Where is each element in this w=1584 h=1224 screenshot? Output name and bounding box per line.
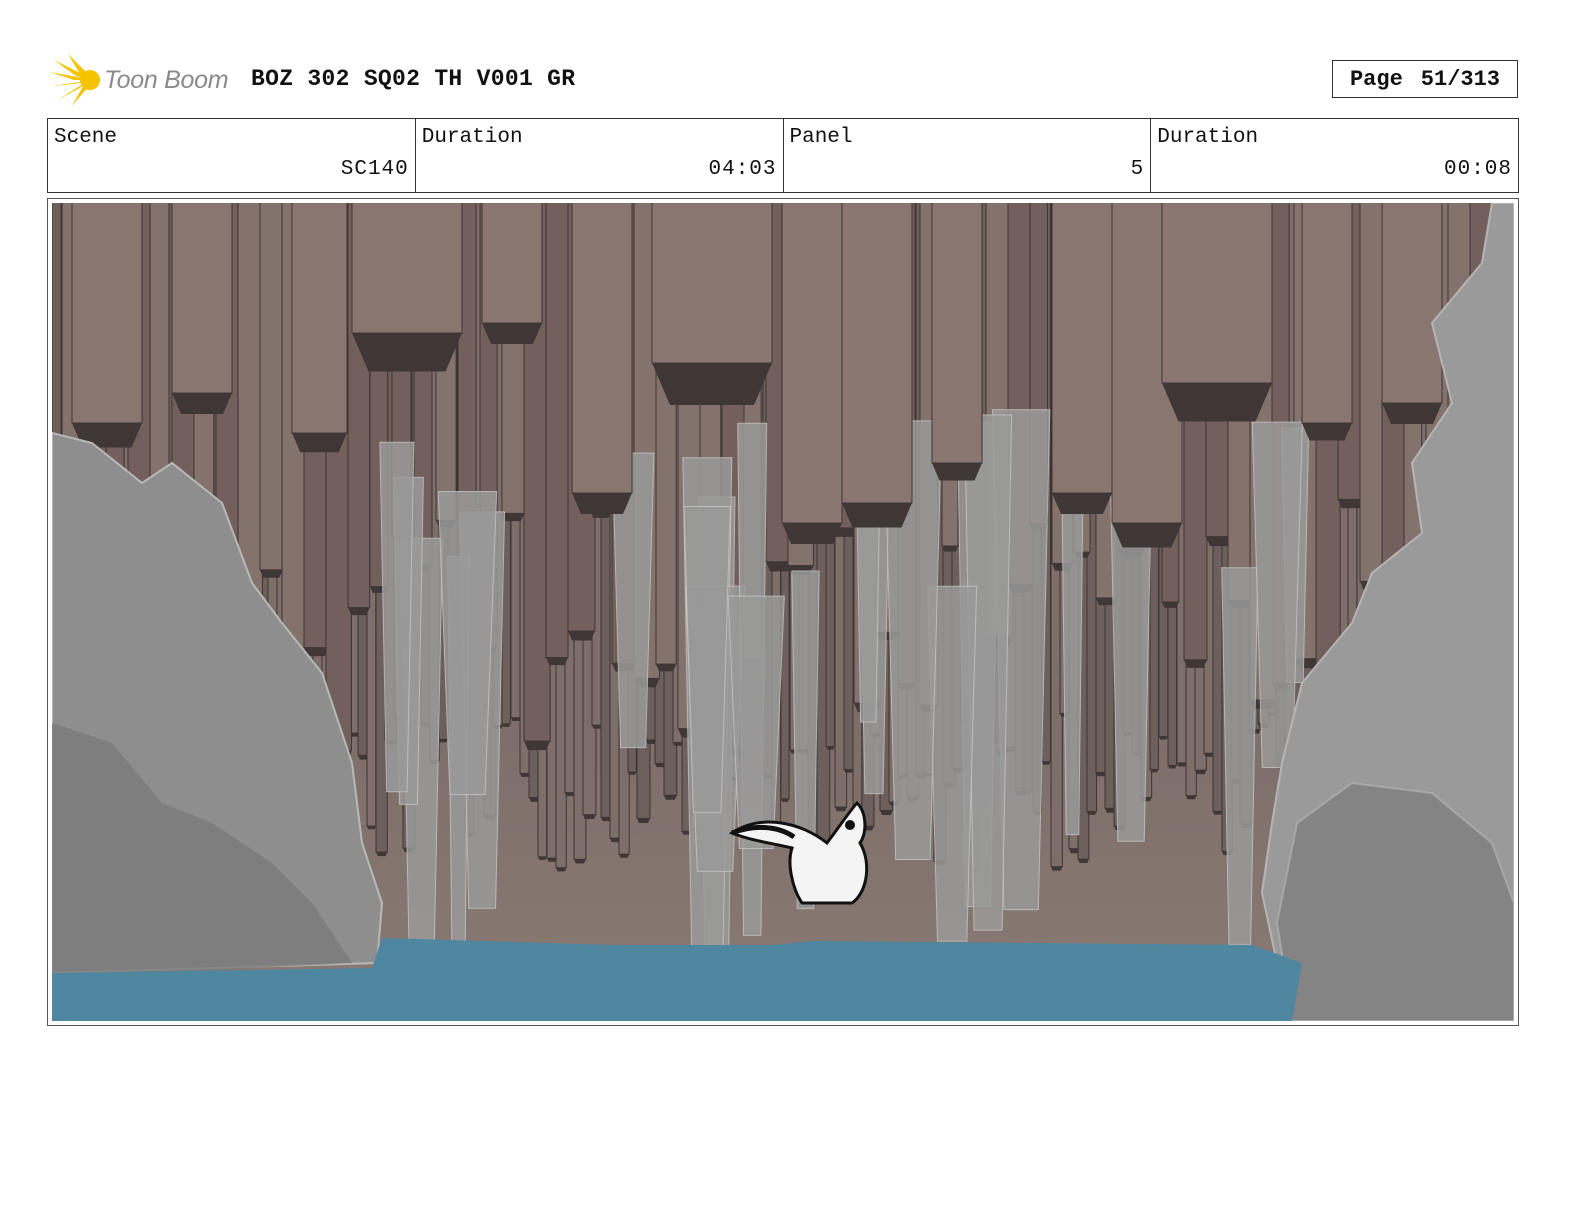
near-column <box>171 203 233 394</box>
panel-duration-label: Duration <box>1157 126 1259 149</box>
mid-column <box>259 203 284 571</box>
near-column <box>651 203 773 364</box>
near-column-end <box>292 433 347 453</box>
scene-duration-value: 04:03 <box>708 158 777 181</box>
logo-wordmark: Toon Boom <box>104 66 229 94</box>
far-column-end <box>511 717 521 722</box>
cave-scene-illustration <box>52 203 1514 1021</box>
far-column-end <box>637 818 650 823</box>
far-column-end <box>880 810 893 815</box>
scene-info-table: Scene SC140 Duration 04:03 Panel 5 Durat… <box>47 118 1519 193</box>
far-column-end <box>1186 795 1197 800</box>
near-column <box>1051 203 1113 494</box>
mid-column-end <box>502 513 525 522</box>
far-column-end <box>439 739 448 743</box>
mid-column-end <box>524 741 551 751</box>
far-column-end <box>1159 736 1168 740</box>
page-header: Toon Boom BOZ 302 SQ02 TH V001 GR Page 5… <box>48 52 1518 108</box>
scene-duration-cell: Duration 04:03 <box>416 119 784 192</box>
far-column-end <box>376 852 388 857</box>
page-number: 51/313 <box>1420 66 1501 92</box>
storyboard-panel-image <box>52 203 1514 1021</box>
page-label: Page <box>1349 66 1403 92</box>
rock-drip <box>1061 496 1084 836</box>
near-column-end <box>482 323 542 344</box>
page-indicator: Page 51/313 <box>1332 60 1518 98</box>
near-column-end <box>842 503 912 528</box>
near-column <box>481 203 543 324</box>
mid-column-end <box>1184 659 1207 668</box>
toon-boom-logo: Toon Boom <box>50 54 240 106</box>
starburst-icon <box>50 54 100 106</box>
far-column-end <box>1051 866 1063 871</box>
near-column <box>291 203 348 434</box>
near-column-end <box>652 363 772 405</box>
panel-value: 5 <box>1130 158 1145 181</box>
mid-column-end <box>1162 601 1179 608</box>
far-column-end <box>574 859 586 864</box>
near-column <box>841 203 913 504</box>
far-column-end <box>556 867 567 872</box>
panel-duration-value: 00:08 <box>1443 158 1512 181</box>
far-column-end <box>781 798 790 802</box>
panel-label: Panel <box>789 126 853 149</box>
near-column <box>931 203 983 464</box>
far-column-end <box>502 723 511 727</box>
near-column <box>71 203 143 424</box>
near-column <box>571 203 633 494</box>
document-title: BOZ 302 SQ02 TH V001 GR <box>251 66 576 92</box>
far-column-end <box>1168 765 1177 769</box>
far-column-end <box>844 769 854 773</box>
far-column-end <box>673 742 683 746</box>
near-column-end <box>1382 403 1442 424</box>
near-column-end <box>572 493 632 514</box>
far-column-end <box>628 772 637 775</box>
panel-duration-cell: Duration 00:08 <box>1151 119 1518 192</box>
far-column-end <box>664 795 677 800</box>
far-column-end <box>1213 811 1223 815</box>
far-column-end <box>538 856 547 860</box>
mid-column-end <box>942 545 959 552</box>
scene-value: SC140 <box>340 158 409 181</box>
near-column-end <box>932 463 982 481</box>
far-column-end <box>619 854 630 858</box>
near-column-end <box>782 523 842 544</box>
mid-column-end <box>1338 499 1364 509</box>
near-column <box>1381 203 1443 404</box>
storyboard-panel-frame <box>47 198 1519 1026</box>
near-column <box>351 203 463 334</box>
far-column-end <box>1195 770 1207 775</box>
far-column-end <box>835 807 847 812</box>
near-column-end <box>1052 493 1112 514</box>
far-column-end <box>1042 761 1051 765</box>
mid-column-end <box>656 664 677 672</box>
panel-cell: Panel 5 <box>784 119 1152 192</box>
far-column-end <box>367 826 376 830</box>
far-column-end <box>1078 859 1089 863</box>
mid-column-end <box>546 657 569 666</box>
mid-column-end <box>260 569 283 578</box>
near-column-end <box>352 333 462 372</box>
near-column <box>1301 203 1353 424</box>
scene-cell: Scene SC140 <box>48 119 416 192</box>
mid-column-end <box>348 607 370 616</box>
scene-label: Scene <box>54 126 118 149</box>
near-column-end <box>1162 383 1272 422</box>
far-column-end <box>1150 769 1159 773</box>
scene-duration-label: Duration <box>421 126 523 149</box>
far-column-end <box>583 814 596 820</box>
near-column <box>1161 203 1273 384</box>
near-column-end <box>1112 523 1182 548</box>
near-column-end <box>1302 423 1352 441</box>
far-column-end <box>1087 811 1097 815</box>
mid-column <box>1359 203 1384 582</box>
far-column-end <box>826 746 835 750</box>
mid-column-end <box>568 631 595 641</box>
mid-column <box>545 203 569 658</box>
near-column-end <box>172 393 232 414</box>
near-column <box>781 203 843 524</box>
